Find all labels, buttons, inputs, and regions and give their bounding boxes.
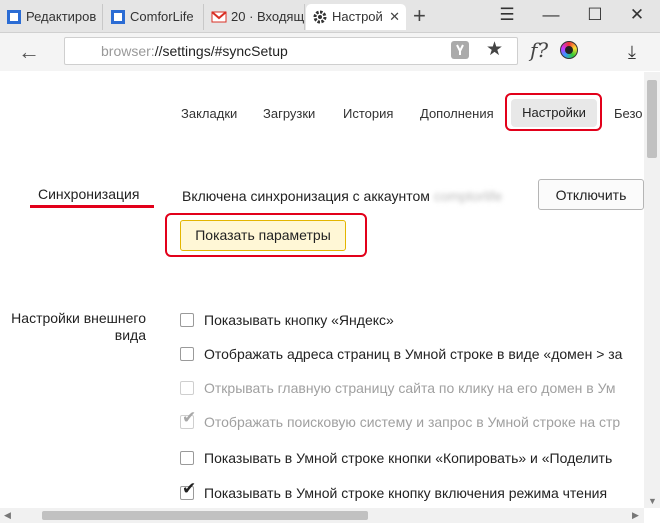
disconnect-button[interactable]: Отключить xyxy=(538,179,644,210)
tab-4-active[interactable]: Настрой ✕ xyxy=(306,4,406,30)
option-label: Открывать главную страницу сайта по клик… xyxy=(204,380,616,396)
download-icon[interactable]: ⤓ xyxy=(628,39,636,65)
scroll-right-arrow-icon[interactable]: ▶ xyxy=(632,510,639,521)
gear-icon xyxy=(313,10,327,24)
tab-title: ComforLife xyxy=(130,9,194,24)
nav-security[interactable]: Безо xyxy=(614,106,643,121)
checkmark-icon: ✔ xyxy=(182,479,197,499)
color-wheel-icon[interactable] xyxy=(560,41,578,59)
bookmark-star-icon[interactable]: ★ xyxy=(486,37,503,63)
nav-downloads[interactable]: Загрузки xyxy=(263,106,315,121)
option-label: Отображать адреса страниц в Умной строке… xyxy=(204,346,623,362)
horizontal-scroll-thumb[interactable] xyxy=(42,511,368,520)
option-label: Показывать в Умной строке кнопки «Копиро… xyxy=(204,450,613,466)
appearance-title-line2: вида xyxy=(114,327,146,343)
checkbox[interactable] xyxy=(180,381,194,395)
sync-status-text: Включена синхронизация с аккаунтом xyxy=(182,188,430,204)
url-path: //settings/#syncSetup xyxy=(154,43,288,59)
tab-strip: Редактиров ComforLife 20 · Входящ Настро… xyxy=(0,0,660,33)
params-highlight-frame xyxy=(165,213,367,257)
checkbox-checked[interactable]: ✔ xyxy=(180,481,196,500)
close-icon[interactable]: ✕ xyxy=(389,4,400,30)
tab-title: 20 · Входящ xyxy=(231,9,305,24)
settings-highlight-frame xyxy=(505,93,602,131)
tab-1[interactable]: Редактиров xyxy=(0,4,103,30)
scroll-left-arrow-icon[interactable]: ◀ xyxy=(4,510,11,521)
checkbox[interactable] xyxy=(180,313,194,327)
appearance-section-title: Настройки внешнего вида xyxy=(0,310,146,344)
appearance-title-line1: Настройки внешнего xyxy=(11,310,146,326)
address-bar[interactable]: browser://settings/#syncSetup xyxy=(64,37,518,65)
nav-bookmarks[interactable]: Закладки xyxy=(181,106,237,121)
word-doc-icon xyxy=(7,10,21,24)
checkbox-checked[interactable]: ✔ xyxy=(180,410,196,429)
new-tab-button[interactable]: + xyxy=(413,3,426,29)
word-doc-icon xyxy=(111,10,125,24)
sync-section-title: Синхронизация xyxy=(38,186,140,202)
menu-icon[interactable]: ☰ xyxy=(492,2,522,28)
scroll-down-arrow-icon[interactable]: ▼ xyxy=(648,496,657,506)
window-close-icon[interactable]: ✕ xyxy=(622,2,652,28)
sync-title-underline xyxy=(30,205,154,208)
nav-extensions[interactable]: Дополнения xyxy=(420,106,494,121)
option-label: Показывать в Умной строке кнопку включен… xyxy=(204,485,608,501)
sync-status: Включена синхронизация с аккаунтом compt… xyxy=(182,188,502,204)
url-scheme: browser: xyxy=(101,43,155,59)
tab-title: Настрой xyxy=(332,9,383,24)
maximize-icon[interactable]: ☐ xyxy=(580,2,610,28)
gmail-icon xyxy=(211,11,227,23)
tab-2[interactable]: ComforLife xyxy=(104,4,204,30)
checkbox[interactable] xyxy=(180,451,194,465)
yandex-protect-icon[interactable] xyxy=(451,41,469,59)
vertical-scroll-thumb[interactable] xyxy=(647,80,657,158)
option-label: Показывать кнопку «Яндекс» xyxy=(204,312,394,328)
address-toolbar: ← browser://settings/#syncSetup ★ f? ⤓ xyxy=(0,33,660,71)
tab-3[interactable]: 20 · Входящ xyxy=(205,4,305,30)
nav-history[interactable]: История xyxy=(343,106,393,121)
formula-icon[interactable]: f? xyxy=(530,37,548,63)
checkbox[interactable] xyxy=(180,347,194,361)
minimize-icon[interactable]: — xyxy=(536,2,566,28)
sync-account: comptorlife xyxy=(433,188,503,204)
checkmark-icon: ✔ xyxy=(182,408,197,428)
tab-title: Редактиров xyxy=(26,9,97,24)
back-arrow-icon[interactable]: ← xyxy=(18,39,40,65)
option-label: Отображать поисковую систему и запрос в … xyxy=(204,414,621,430)
